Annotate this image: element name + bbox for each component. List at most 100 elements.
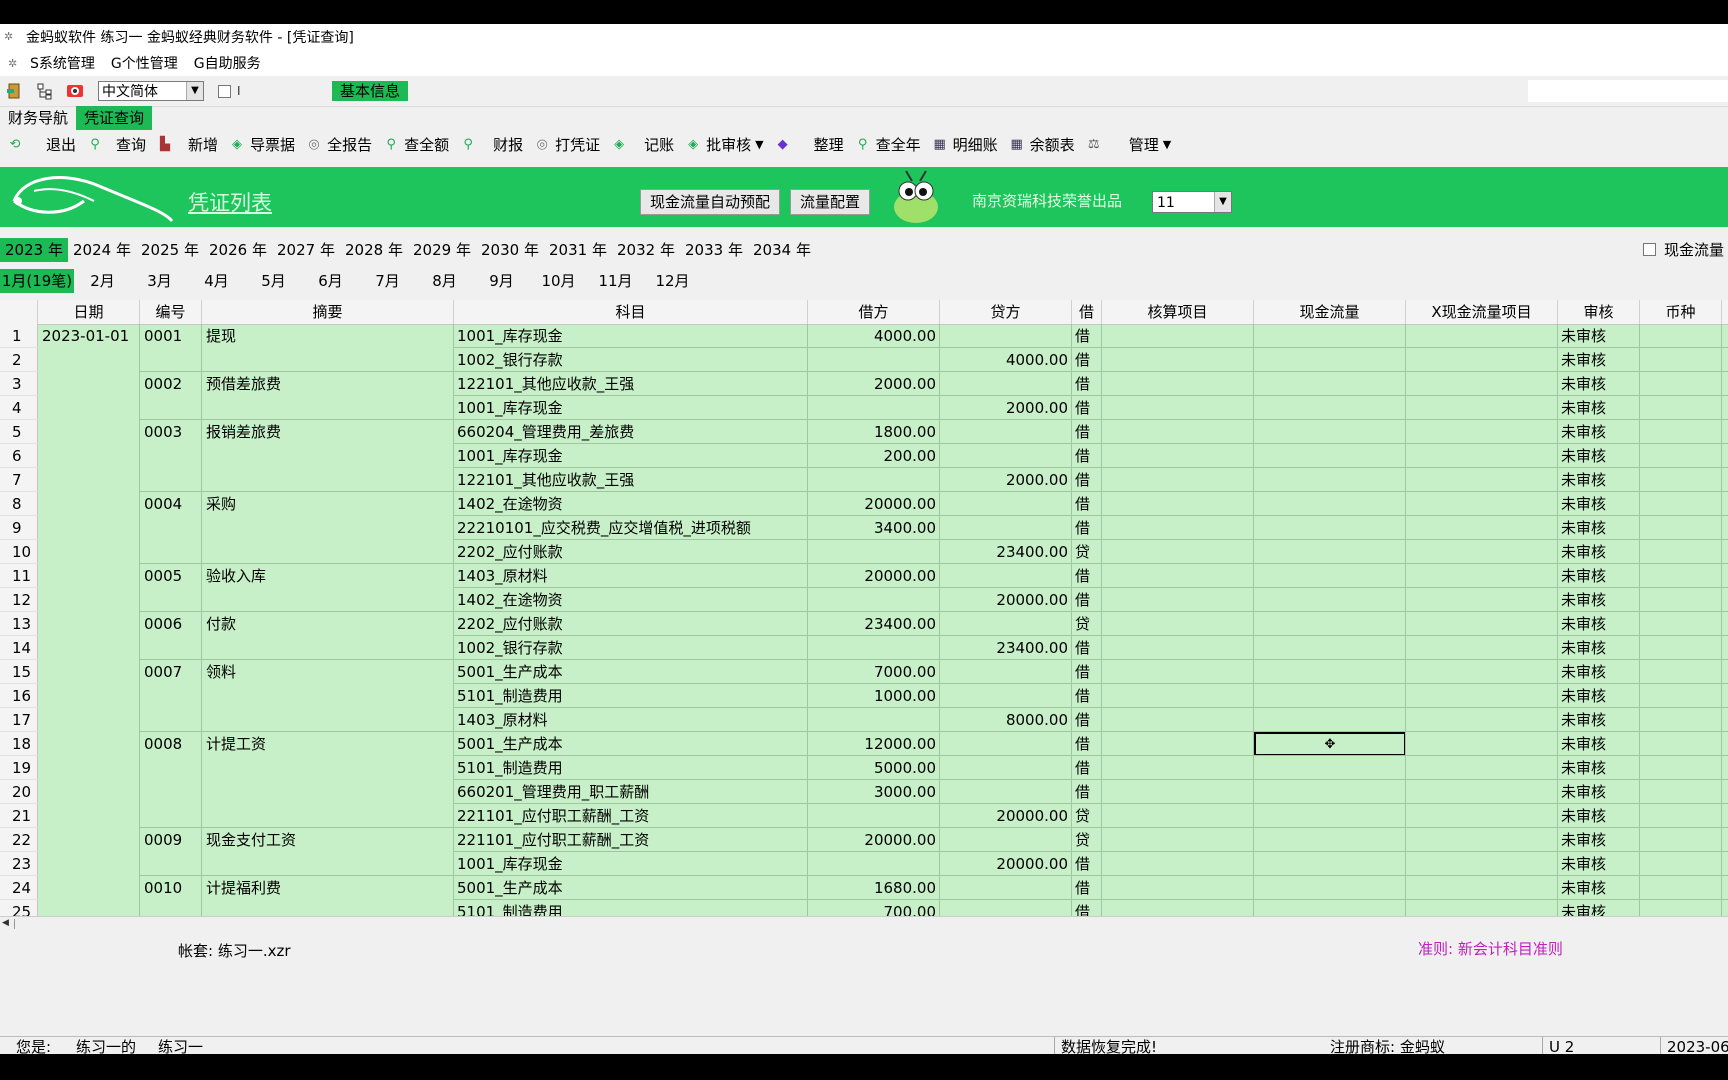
cell-direction[interactable]: 借 bbox=[1075, 780, 1102, 804]
cell-direction[interactable]: 借 bbox=[1075, 420, 1102, 444]
row-number[interactable]: 17 bbox=[0, 708, 38, 732]
cell-summary[interactable] bbox=[206, 780, 452, 804]
cell-audit-status[interactable]: 未审核 bbox=[1561, 708, 1638, 732]
cell-debit[interactable]: 7000.00 bbox=[810, 660, 936, 684]
cell-debit[interactable]: 20000.00 bbox=[810, 828, 936, 852]
month-tab[interactable]: 7月 bbox=[359, 269, 416, 293]
row-number[interactable]: 19 bbox=[0, 756, 38, 780]
row-number[interactable]: 25 bbox=[0, 900, 38, 916]
cell-date[interactable] bbox=[42, 732, 138, 756]
cell-credit[interactable] bbox=[942, 612, 1068, 636]
tab-voucher-query[interactable]: 凭证查询 bbox=[76, 106, 153, 130]
cell-debit[interactable]: 1800.00 bbox=[810, 420, 936, 444]
cell-debit[interactable]: 200.00 bbox=[810, 444, 937, 468]
batch-audit-button[interactable]: ◈ 批审核 ▼ bbox=[684, 134, 763, 155]
cell-subject[interactable]: 22210101_应交税费_应交增值税_进项税额 bbox=[457, 516, 806, 540]
cell-voucher-number[interactable]: 0003 bbox=[144, 420, 200, 444]
row-number[interactable]: 9 bbox=[0, 516, 38, 540]
cell-debit[interactable] bbox=[810, 804, 936, 828]
year-tab[interactable]: 2032 年 bbox=[612, 238, 680, 262]
ant-menu-icon[interactable]: ✲ bbox=[8, 57, 24, 70]
column-header-x-cashflow-item[interactable]: X现金流量项目 bbox=[1406, 300, 1558, 324]
cell-date[interactable] bbox=[42, 468, 138, 492]
cell-date[interactable] bbox=[42, 684, 138, 708]
cell-direction[interactable]: 借 bbox=[1075, 444, 1102, 468]
cell-voucher-number[interactable] bbox=[144, 804, 200, 828]
cell-subject[interactable]: 2202_应付账款 bbox=[457, 540, 806, 564]
cell-audit-status[interactable]: 未审核 bbox=[1561, 564, 1638, 588]
cell-date[interactable] bbox=[42, 540, 138, 564]
cell-voucher-number[interactable] bbox=[144, 348, 200, 372]
cell-credit[interactable] bbox=[942, 684, 1068, 708]
cell-credit[interactable]: 8000.00 bbox=[942, 708, 1068, 732]
cell-date[interactable] bbox=[42, 372, 138, 396]
cell-summary[interactable] bbox=[206, 684, 452, 708]
cell-debit[interactable] bbox=[810, 636, 936, 660]
cell-date[interactable] bbox=[42, 348, 138, 372]
row-number[interactable]: 12 bbox=[0, 588, 38, 612]
row-number[interactable]: 2 bbox=[0, 348, 38, 372]
cell-voucher-number[interactable] bbox=[144, 540, 200, 564]
cell-summary[interactable] bbox=[206, 900, 452, 916]
cell-direction[interactable]: 借 bbox=[1075, 852, 1102, 876]
row-number[interactable]: 18 bbox=[0, 732, 38, 756]
scale-button[interactable]: ⚖ bbox=[1085, 135, 1107, 153]
year-tab[interactable]: 2024 年 bbox=[68, 238, 136, 262]
cell-debit[interactable]: 23400.00 bbox=[810, 612, 936, 636]
cell-direction[interactable]: 借 bbox=[1075, 396, 1102, 420]
row-number[interactable]: 14 bbox=[0, 636, 38, 660]
cell-credit[interactable]: 2000.00 bbox=[942, 468, 1068, 492]
import-bills-button[interactable]: ◈ 导票据 bbox=[228, 134, 295, 155]
cell-date[interactable] bbox=[42, 588, 138, 612]
month-tab[interactable]: 3月 bbox=[131, 269, 188, 293]
cell-audit-status[interactable]: 未审核 bbox=[1561, 396, 1638, 420]
cell-voucher-number[interactable] bbox=[144, 852, 200, 876]
cell-audit-status[interactable]: 未审核 bbox=[1561, 372, 1638, 396]
cell-debit[interactable] bbox=[810, 396, 936, 420]
cell-voucher-number[interactable] bbox=[144, 588, 200, 612]
cell-voucher-number[interactable] bbox=[144, 516, 200, 540]
cell-summary[interactable]: 现金支付工资 bbox=[206, 828, 452, 852]
cell-voucher-number[interactable] bbox=[144, 756, 200, 780]
menu-system[interactable]: S系统管理 bbox=[30, 53, 95, 73]
basic-info-button[interactable]: 基本信息 bbox=[332, 81, 409, 101]
cell-debit[interactable] bbox=[810, 468, 936, 492]
cell-voucher-number[interactable]: 0005 bbox=[144, 564, 200, 588]
post-button[interactable]: ◈ 记账 bbox=[610, 134, 674, 155]
cell-subject[interactable]: 1001_库存现金 bbox=[457, 324, 806, 348]
column-header-summary[interactable]: 摘要 bbox=[202, 300, 454, 324]
column-header-currency[interactable]: 币种 bbox=[1640, 300, 1722, 324]
cell-subject[interactable]: 1002_银行存款 bbox=[457, 636, 806, 660]
cell-date[interactable] bbox=[42, 444, 138, 468]
cell-voucher-number[interactable] bbox=[144, 708, 200, 732]
cell-summary[interactable] bbox=[206, 396, 452, 420]
cell-summary[interactable]: 提现 bbox=[206, 324, 452, 348]
finance-report-button[interactable]: ⚲ 财报 bbox=[459, 134, 523, 155]
cell-subject[interactable]: 1402_在途物资 bbox=[457, 492, 806, 516]
cell-subject[interactable]: 5001_生产成本 bbox=[457, 732, 806, 756]
cell-date[interactable] bbox=[42, 396, 138, 420]
row-number[interactable]: 10 bbox=[0, 540, 38, 564]
cell-voucher-number[interactable]: 0006 bbox=[144, 612, 200, 636]
cell-voucher-number[interactable] bbox=[144, 636, 200, 660]
cell-subject[interactable]: 1002_银行存款 bbox=[457, 348, 806, 372]
cell-voucher-number[interactable]: 0004 bbox=[144, 492, 200, 516]
cell-summary[interactable]: 计提福利费 bbox=[206, 876, 452, 900]
cell-date[interactable] bbox=[42, 564, 138, 588]
cell-credit[interactable] bbox=[942, 324, 1068, 348]
cell-credit[interactable] bbox=[942, 372, 1068, 396]
detail-ledger-button[interactable]: ▦ 明细账 bbox=[931, 134, 998, 155]
year-tab[interactable]: 2031 年 bbox=[544, 238, 612, 262]
menu-personal[interactable]: G个性管理 bbox=[111, 53, 178, 73]
cell-subject[interactable]: 1403_原材料 bbox=[457, 708, 806, 732]
column-header-cashflow[interactable]: 现金流量 bbox=[1254, 300, 1406, 324]
checkbox-box[interactable] bbox=[1642, 243, 1656, 256]
cell-summary[interactable] bbox=[206, 468, 452, 492]
cell-direction[interactable]: 借 bbox=[1075, 708, 1102, 732]
cell-audit-status[interactable]: 未审核 bbox=[1561, 876, 1638, 900]
column-header-audit[interactable]: 审核 bbox=[1558, 300, 1640, 324]
cell-voucher-number[interactable] bbox=[144, 684, 200, 708]
organize-button[interactable]: ◆ 整理 bbox=[774, 134, 844, 155]
cell-summary[interactable] bbox=[206, 852, 452, 876]
cell-credit[interactable] bbox=[942, 756, 1068, 780]
